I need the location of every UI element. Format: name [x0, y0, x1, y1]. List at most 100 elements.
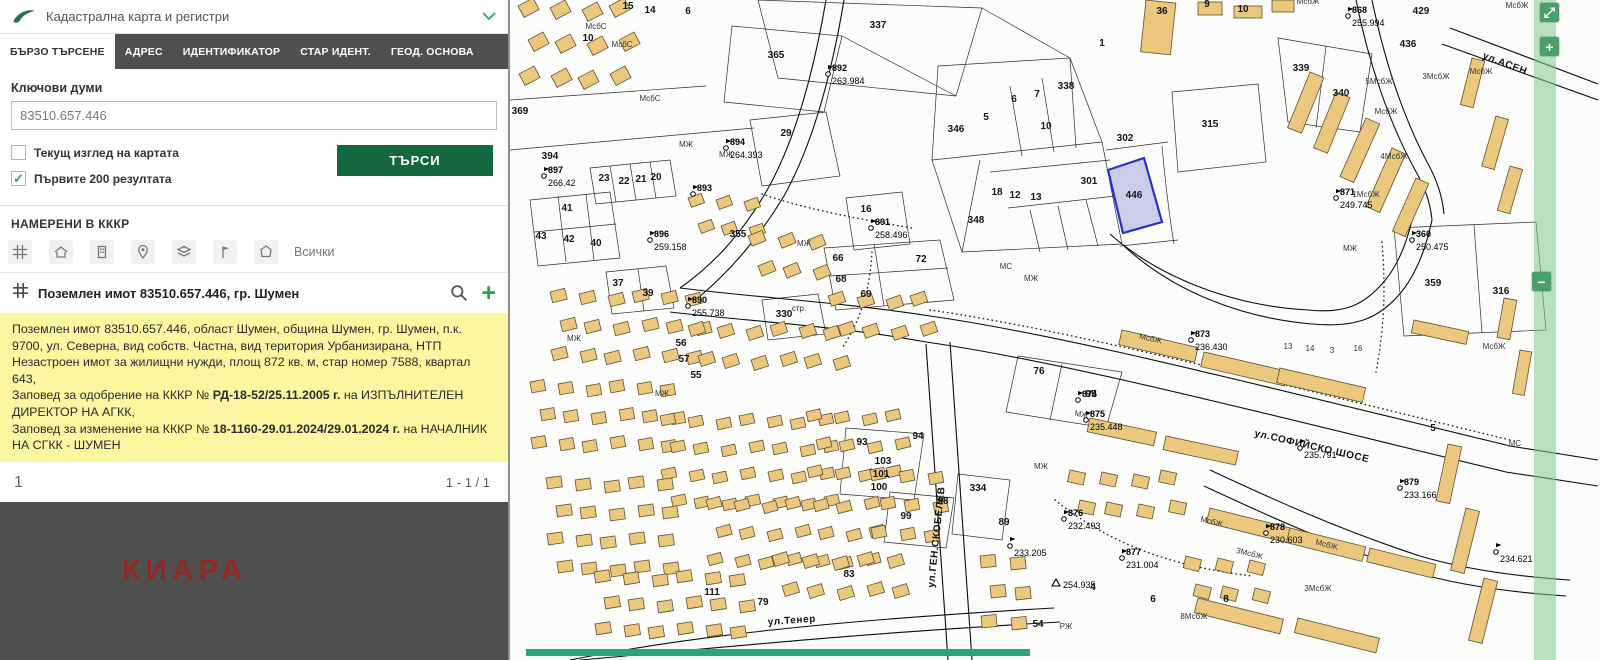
add-to-selection-icon[interactable]: + — [481, 284, 496, 302]
svg-text:43: 43 — [535, 231, 547, 242]
keywords-input[interactable] — [11, 101, 497, 130]
app-title: Кадастрална карта и регистри — [46, 9, 229, 24]
cadastral-map[interactable]: 3373653693941338293465671018121330130244… — [510, 0, 1598, 660]
page-count: 1 - 1 / 1 — [446, 475, 490, 490]
tab-3[interactable]: СТАР ИДЕНТ. — [290, 34, 381, 69]
left-panel: Кадастрална карта и регистри БЪРЗО ТЪРСЕ… — [0, 0, 510, 660]
panel-footer: КИАРА — [0, 502, 508, 660]
svg-text:МЖ: МЖ — [1034, 462, 1049, 471]
search-tabs: БЪРЗО ТЪРСЕНЕАДРЕСИДЕНТИФИКАТОРСТАР ИДЕН… — [0, 34, 508, 69]
svg-text:МсбС: МсбС — [611, 40, 632, 49]
grid-icon[interactable] — [8, 240, 32, 264]
svg-text:72: 72 — [915, 254, 927, 265]
svg-text:10: 10 — [582, 33, 594, 44]
svg-text:231.004: 231.004 — [1126, 560, 1159, 570]
svg-text:3МсбЖ: 3МсбЖ — [1304, 584, 1332, 593]
result-details: Поземлен имот 83510.657.446, област Шуме… — [0, 313, 508, 462]
chevron-down-icon[interactable] — [482, 12, 496, 21]
svg-text:МсбЖ: МсбЖ — [1375, 107, 1398, 116]
checkbox-checked-icon[interactable]: ✓ — [11, 171, 26, 186]
svg-text:стр.: стр. — [792, 304, 806, 313]
svg-text:МсбС: МсбС — [585, 22, 606, 31]
svg-text:79: 79 — [757, 597, 769, 608]
map-expand-button[interactable]: ⤢ — [1540, 3, 1559, 22]
svg-text:233.166: 233.166 — [1404, 490, 1437, 500]
svg-text:250.475: 250.475 — [1416, 242, 1449, 252]
divider — [0, 205, 508, 206]
svg-text:235.791: 235.791 — [1304, 450, 1337, 460]
search-button[interactable]: ТЪРСИ — [337, 145, 493, 176]
house-icon[interactable] — [49, 240, 73, 264]
svg-text:875: 875 — [1090, 409, 1105, 419]
svg-text:3: 3 — [1330, 346, 1335, 355]
svg-text:316: 316 — [1493, 286, 1510, 297]
layers-icon[interactable] — [172, 240, 196, 264]
pin-icon[interactable] — [131, 240, 155, 264]
svg-text:16: 16 — [860, 204, 872, 215]
svg-text:873: 873 — [1195, 329, 1210, 339]
tab-1[interactable]: АДРЕС — [115, 34, 173, 69]
svg-text:18: 18 — [991, 187, 1003, 198]
result-item[interactable]: Поземлен имот 83510.657.446, гр. Шумен + — [0, 272, 508, 313]
magnifier-icon[interactable] — [450, 284, 468, 302]
svg-text:263.984: 263.984 — [832, 76, 865, 86]
dotted-boundaries-layer — [762, 194, 1510, 576]
map-zoom-in-button[interactable]: + — [1540, 37, 1559, 56]
svg-text:40: 40 — [590, 238, 602, 249]
svg-text:339: 339 — [1293, 63, 1310, 74]
tab-0[interactable]: БЪРЗО ТЪРСЕНЕ — [0, 34, 115, 69]
svg-text:360: 360 — [1416, 229, 1431, 239]
search-panel: Ключови думи Текущ изглед на картата ✓ П… — [0, 69, 508, 502]
svg-text:100: 100 — [871, 482, 888, 493]
svg-text:232.493: 232.493 — [1068, 521, 1101, 531]
svg-text:6: 6 — [1011, 94, 1017, 105]
svg-text:877: 877 — [1126, 547, 1141, 557]
svg-text:348: 348 — [968, 215, 985, 226]
svg-text:892: 892 — [832, 63, 847, 73]
svg-text:346: 346 — [948, 124, 965, 135]
svg-text:94: 94 — [912, 431, 924, 442]
svg-text:39: 39 — [642, 288, 654, 299]
svg-text:868: 868 — [1352, 5, 1367, 15]
svg-text:83: 83 — [843, 569, 855, 580]
svg-text:394: 394 — [542, 151, 559, 162]
checkbox-unchecked-icon[interactable] — [11, 145, 26, 160]
current-page[interactable]: 1 — [14, 474, 23, 492]
svg-text:МсбЖ: МсбЖ — [1470, 67, 1493, 76]
survey-point-icon[interactable] — [213, 240, 237, 264]
svg-text:334: 334 — [970, 483, 987, 494]
filter-all-label[interactable]: Всички — [294, 245, 335, 259]
svg-text:5МсбЖ: 5МсбЖ — [1365, 77, 1393, 86]
svg-text:871: 871 — [1340, 187, 1355, 197]
svg-text:89: 89 — [998, 517, 1010, 528]
svg-text:235.448: 235.448 — [1090, 422, 1123, 432]
checkbox-first-200[interactable]: ✓ Първите 200 резултата — [11, 171, 179, 186]
svg-text:337: 337 — [870, 20, 887, 31]
map-canvas[interactable]: 3373653693941338293465671018121330130244… — [510, 0, 1600, 660]
svg-text:37: 37 — [612, 278, 624, 289]
building-icon[interactable] — [90, 240, 114, 264]
svg-text:57: 57 — [678, 354, 690, 365]
svg-text:13: 13 — [1030, 192, 1042, 203]
svg-text:874: 874 — [1082, 389, 1097, 399]
svg-text:893: 893 — [697, 183, 712, 193]
search-options-row: Текущ изглед на картата ✓ Първите 200 ре… — [11, 145, 493, 197]
svg-text:21: 21 — [635, 174, 647, 185]
tab-2[interactable]: ИДЕНТИФИКАТОР — [173, 34, 290, 69]
tab-4[interactable]: ГЕОД. ОСНОВА — [381, 34, 484, 69]
svg-text:41: 41 — [561, 203, 573, 214]
svg-text:436: 436 — [1400, 39, 1417, 50]
map-zoom-out-button[interactable]: − — [1532, 272, 1551, 291]
checkbox-current-map-view[interactable]: Текущ изглед на картата — [11, 145, 179, 160]
svg-text:36: 36 — [1156, 6, 1168, 17]
svg-text:355: 355 — [730, 229, 747, 240]
svg-text:876: 876 — [1068, 508, 1083, 518]
svg-text:МЖ: МЖ — [679, 140, 694, 149]
svg-text:230.603: 230.603 — [1270, 535, 1303, 545]
svg-text:69: 69 — [860, 289, 872, 300]
polygon-icon[interactable] — [254, 240, 278, 264]
map-scale-bar — [526, 649, 1030, 656]
keywords-label: Ключови думи — [11, 81, 508, 95]
svg-text:233.205: 233.205 — [1014, 548, 1047, 558]
svg-text:13: 13 — [1284, 342, 1293, 351]
